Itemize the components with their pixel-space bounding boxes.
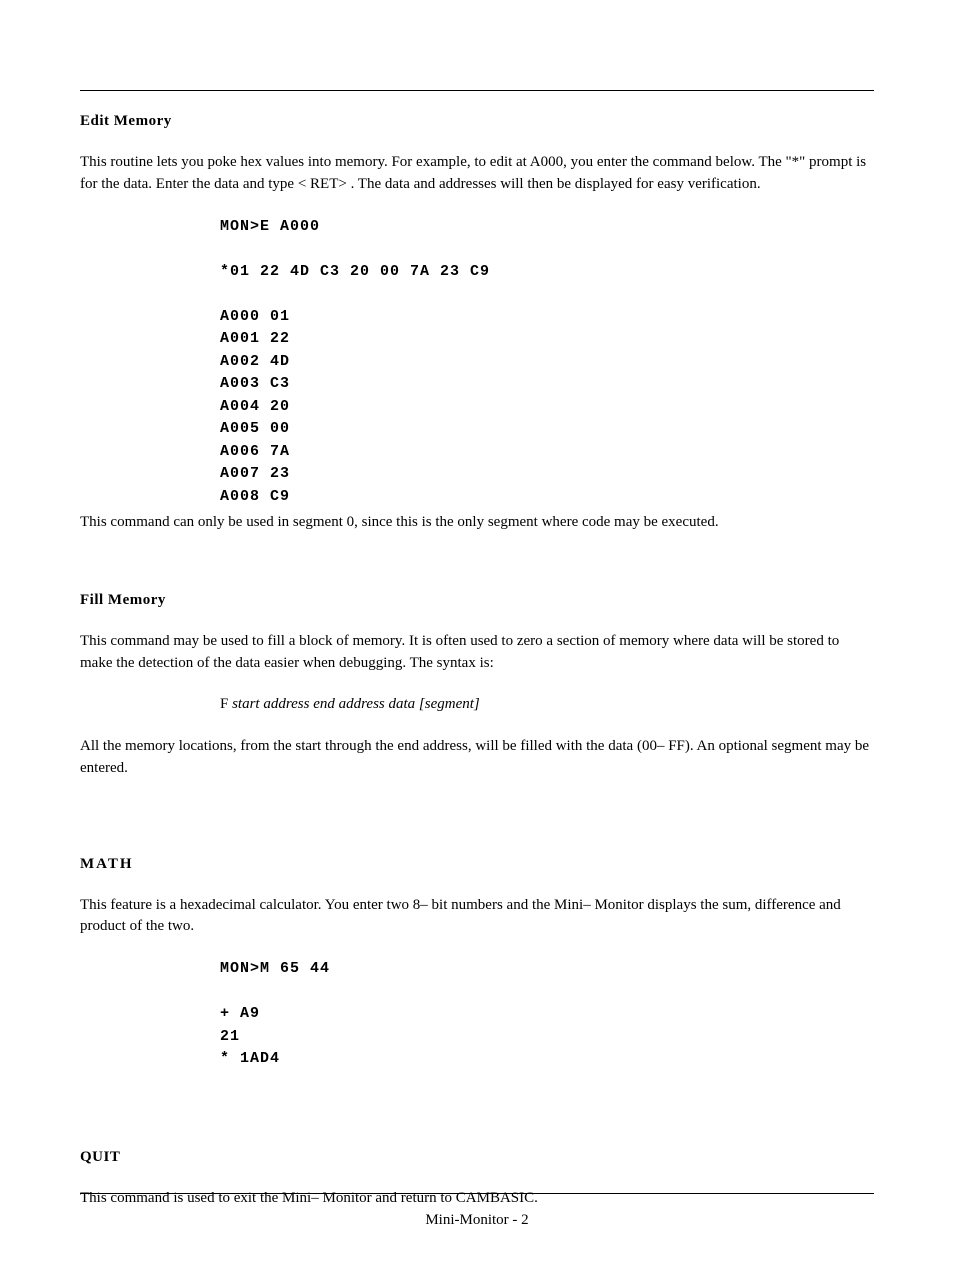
- syntax-fill-memory: F start address end address data [segmen…: [220, 694, 874, 716]
- bottom-rule: [80, 1193, 874, 1194]
- code-edit-memory: MON>E A000 *01 22 4D C3 20 00 7A 23 C9 A…: [220, 216, 874, 509]
- heading-fill-memory: Fill Memory: [80, 592, 874, 609]
- heading-edit-memory: Edit Memory: [80, 113, 874, 130]
- para-fill-memory-2: All the memory locations, from the start…: [80, 736, 874, 780]
- code-math: MON>M 65 44 + A9 21 * 1AD4: [220, 958, 874, 1071]
- syntax-cmd: F: [220, 696, 232, 712]
- document-page: Edit Memory This routine lets you poke h…: [0, 0, 954, 1269]
- heading-quit: QUIT: [80, 1149, 874, 1166]
- footer-label: Mini-Monitor - 2: [80, 1212, 874, 1229]
- para-fill-memory-1: This command may be used to fill a block…: [80, 631, 874, 675]
- para-math-1: This feature is a hexadecimal calculator…: [80, 895, 874, 939]
- top-rule: [80, 90, 874, 91]
- syntax-args: start address end address data [segment]: [232, 696, 480, 712]
- para-edit-memory-2: This command can only be used in segment…: [80, 512, 874, 534]
- heading-math: MATH: [80, 856, 874, 873]
- para-edit-memory-1: This routine lets you poke hex values in…: [80, 152, 874, 196]
- footer: Mini-Monitor - 2: [80, 1193, 874, 1229]
